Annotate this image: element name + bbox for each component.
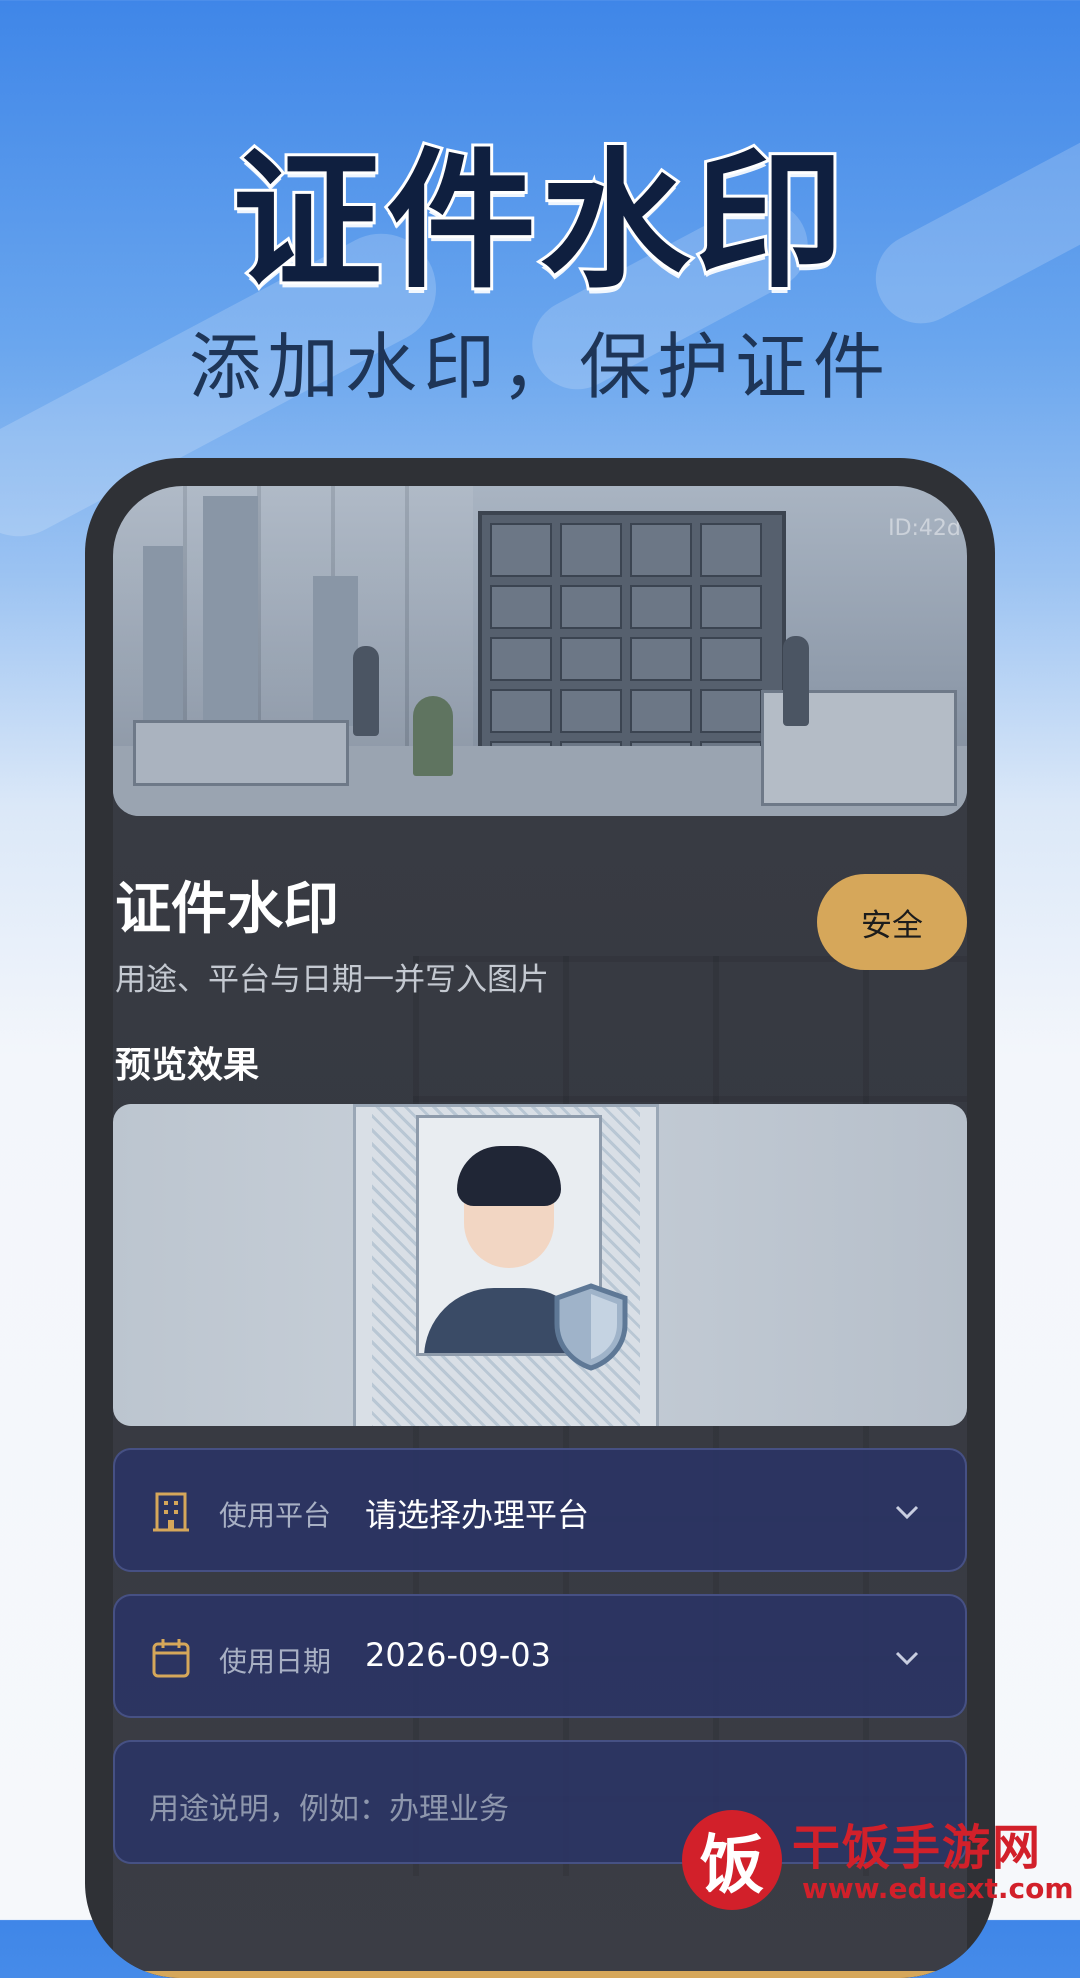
platform-value: 请选择办理平台 (365, 1496, 590, 1534)
phone-screen: ID:42dc2 证件水印 用途、平台与日期一并写入图片 安全 预览效果 (113, 486, 967, 1978)
person-figure (353, 646, 379, 736)
preview-image (113, 1104, 967, 1426)
site-url: www.eduext.com (802, 1872, 1074, 1905)
building-icon (153, 1492, 189, 1532)
purpose-placeholder: 用途说明，例如：办理业务 (149, 1792, 509, 1827)
id-watermark-text: ID:42dc2 (888, 516, 967, 541)
hero-title: 证件水印 (229, 132, 848, 312)
platform-select[interactable]: 使用平台 请选择办理平台 (113, 1448, 967, 1572)
shield-icon (554, 1283, 628, 1371)
chevron-down-icon[interactable] (889, 1640, 925, 1676)
security-badge: 安全 (817, 874, 967, 970)
preview-label: 预览效果 (115, 1045, 260, 1086)
chevron-down-icon[interactable] (889, 1494, 925, 1530)
id-document (353, 1104, 659, 1426)
person-figure (783, 636, 809, 726)
site-logo: 饭 (682, 1810, 782, 1910)
office-desk (133, 720, 349, 786)
date-value: 2026-09-03 (365, 1636, 551, 1674)
calendar-icon (152, 1639, 190, 1678)
hero-subtitle: 添加水印，保护证件 (188, 325, 891, 409)
site-name: 干饭手游网 (792, 1820, 1043, 1876)
platform-label: 使用平台 (219, 1499, 332, 1532)
potted-plant (413, 696, 453, 776)
screen-title: 证件水印 (115, 877, 339, 942)
phone-mockup: ID:42dc2 证件水印 用途、平台与日期一并写入图片 安全 预览效果 (85, 458, 995, 1978)
date-label: 使用日期 (219, 1645, 332, 1678)
date-select[interactable]: 使用日期 2026-09-03 (113, 1594, 967, 1718)
city-building (203, 496, 258, 726)
site-watermark: 饭 干饭手游网 www.eduext.com (682, 1802, 1074, 1920)
city-building (313, 576, 358, 726)
office-banner-image: ID:42dc2 (113, 486, 967, 816)
city-building (143, 546, 183, 726)
generate-button[interactable] (113, 1971, 967, 1978)
screen-subtitle: 用途、平台与日期一并写入图片 (115, 962, 549, 998)
